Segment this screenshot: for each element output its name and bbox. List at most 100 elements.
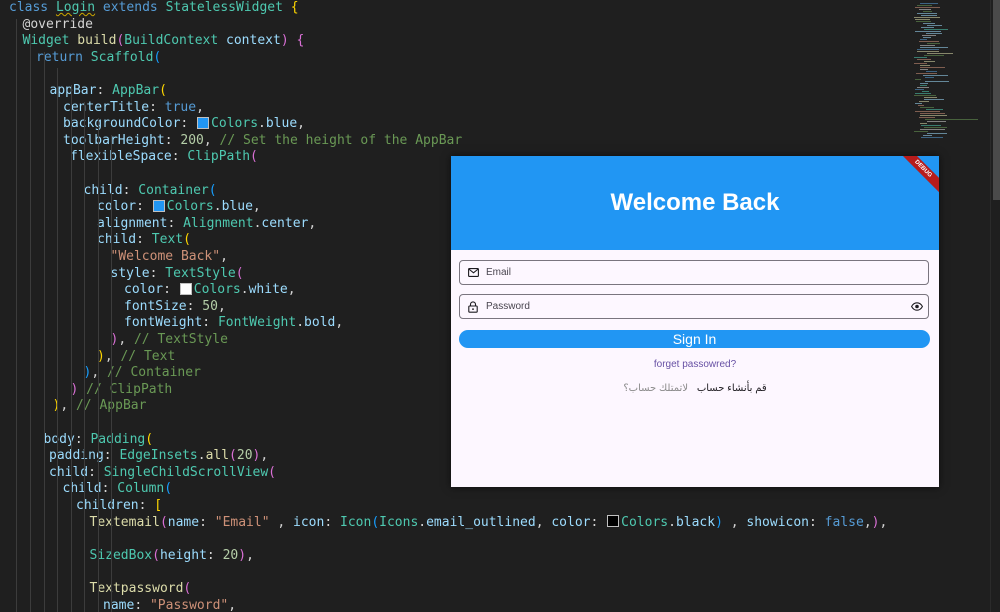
code-line[interactable]: ), // AppBar	[53, 398, 147, 415]
code-token: .	[240, 282, 249, 298]
code-token: .	[418, 514, 427, 530]
code-line[interactable]: style: TextStyle(	[111, 266, 244, 283]
code-token: :	[136, 232, 152, 248]
indent-guide	[16, 18, 17, 612]
code-token: EdgeInsets	[119, 448, 198, 464]
color-swatch[interactable]	[179, 282, 192, 295]
code-token: :	[134, 597, 150, 612]
code-token: toolbarHeight	[63, 132, 165, 148]
sign-in-button[interactable]: Sign In	[459, 330, 930, 348]
code-line[interactable]: fontSize: 50,	[124, 299, 226, 316]
code-line[interactable]: padding: EdgeInsets.all(20),	[49, 448, 268, 465]
color-swatch[interactable]	[197, 116, 210, 129]
code-line[interactable]: backgroundColor: Colors.blue,	[63, 116, 305, 133]
forgot-password-link[interactable]: forget passowred?	[451, 359, 939, 370]
code-line[interactable]: return Scaffold(	[36, 50, 161, 67]
code-line[interactable]: Textpassword(	[90, 581, 192, 598]
code-token: 20	[222, 547, 239, 563]
code-token: :	[164, 132, 181, 148]
code-token: ,	[260, 448, 269, 464]
code-token: ,	[203, 132, 220, 148]
code-token: child	[97, 232, 137, 248]
code-token: SingleChildScrollView	[103, 464, 269, 480]
code-token: ,	[879, 514, 888, 530]
code-token: email_outlined	[426, 514, 536, 530]
code-line[interactable]: Textemail(name: "Email" , icon: Icon(Ico…	[90, 515, 888, 532]
scrollbar-thumb[interactable]	[993, 0, 1000, 200]
code-line[interactable]: ) // ClipPath	[71, 382, 173, 399]
code-line[interactable]: ), // Container	[84, 365, 201, 382]
password-input[interactable]	[486, 301, 904, 312]
code-line[interactable]: child: Column(	[63, 481, 173, 498]
code-line[interactable]: ), // Text	[97, 349, 175, 366]
code-token: (	[145, 431, 154, 447]
code-token: Column	[117, 481, 165, 497]
code-token: FontWeight	[217, 315, 297, 331]
minimap-line	[917, 51, 939, 52]
email-input[interactable]	[486, 267, 928, 278]
code-line[interactable]: child: Container(	[84, 183, 217, 200]
code-line[interactable]: color: Colors.white,	[124, 282, 296, 299]
emulator-app-window: Welcome Back DEBUG Sign In forget passow…	[451, 156, 939, 487]
code-line[interactable]: SizedBox(height: 20),	[90, 548, 254, 565]
editor-scrollbar[interactable]	[990, 0, 1000, 612]
code-token: ,	[91, 365, 107, 381]
minimap-line	[926, 71, 937, 72]
code-line[interactable]: fontWeight: FontWeight.bold,	[124, 315, 343, 332]
password-field[interactable]	[459, 294, 929, 319]
indent-guide	[71, 85, 72, 612]
email-field[interactable]	[459, 260, 929, 285]
code-line[interactable]: children: [	[76, 498, 162, 515]
code-token: blue	[265, 116, 298, 132]
code-token: ,	[228, 597, 237, 612]
color-swatch[interactable]	[152, 199, 165, 212]
minimap-line	[914, 17, 940, 18]
code-line[interactable]: class Login extends StatelessWidget {	[9, 0, 299, 17]
code-line[interactable]: "Welcome Back",	[111, 249, 228, 266]
code-line[interactable]: name: "Password",	[103, 598, 236, 612]
color-swatch[interactable]	[607, 515, 620, 528]
code-line[interactable]: Widget build(BuildContext context) {	[23, 33, 305, 50]
minimap-line	[920, 69, 928, 70]
code-token: backgroundColor	[63, 116, 181, 132]
minimap-line	[923, 135, 932, 136]
code-token: :	[149, 265, 166, 281]
minimap-line	[915, 89, 924, 90]
minimap-line	[927, 43, 940, 44]
eye-icon[interactable]	[910, 300, 924, 314]
code-token: fontWeight	[124, 315, 203, 331]
code-token: :	[180, 116, 197, 132]
minimap-line	[920, 113, 945, 114]
minimap-line	[920, 3, 938, 4]
code-token: ,	[104, 348, 121, 364]
code-token: child	[49, 464, 89, 480]
minimap-line	[917, 49, 939, 50]
code-line[interactable]: color: Colors.blue,	[97, 199, 261, 216]
code-line[interactable]: appBar: AppBar(	[50, 83, 167, 100]
code-token: (	[152, 547, 160, 563]
code-token: "Welcome Back"	[110, 249, 221, 264]
minimap-line	[918, 105, 924, 106]
code-token: Colors	[621, 514, 669, 530]
indent-guide	[44, 51, 45, 612]
code-token: blue	[221, 199, 253, 215]
minimap-line	[926, 33, 942, 34]
code-line[interactable]: toolbarHeight: 200, // Set the height of…	[63, 133, 462, 150]
code-line[interactable]: @override	[23, 17, 93, 34]
minimap-line	[927, 25, 942, 26]
code-line[interactable]: alignment: Alignment.center,	[97, 216, 316, 233]
code-token: ,	[535, 514, 552, 530]
minimap-line	[921, 15, 937, 16]
code-line[interactable]: ), // TextStyle	[111, 332, 228, 349]
minimap-line	[914, 57, 927, 58]
code-token: Colors	[166, 199, 214, 215]
code-token: // TextStyle	[133, 332, 228, 347]
code-token: fontSize	[124, 298, 187, 314]
minimap-line	[923, 11, 932, 12]
code-token: Textpassword	[89, 581, 184, 596]
code-token: child	[83, 182, 123, 198]
minimap-line	[924, 99, 944, 100]
minimap-line	[920, 123, 927, 124]
create-account-link[interactable]: قم بأنشاء حساب	[697, 383, 767, 394]
minimap-line	[915, 19, 930, 20]
